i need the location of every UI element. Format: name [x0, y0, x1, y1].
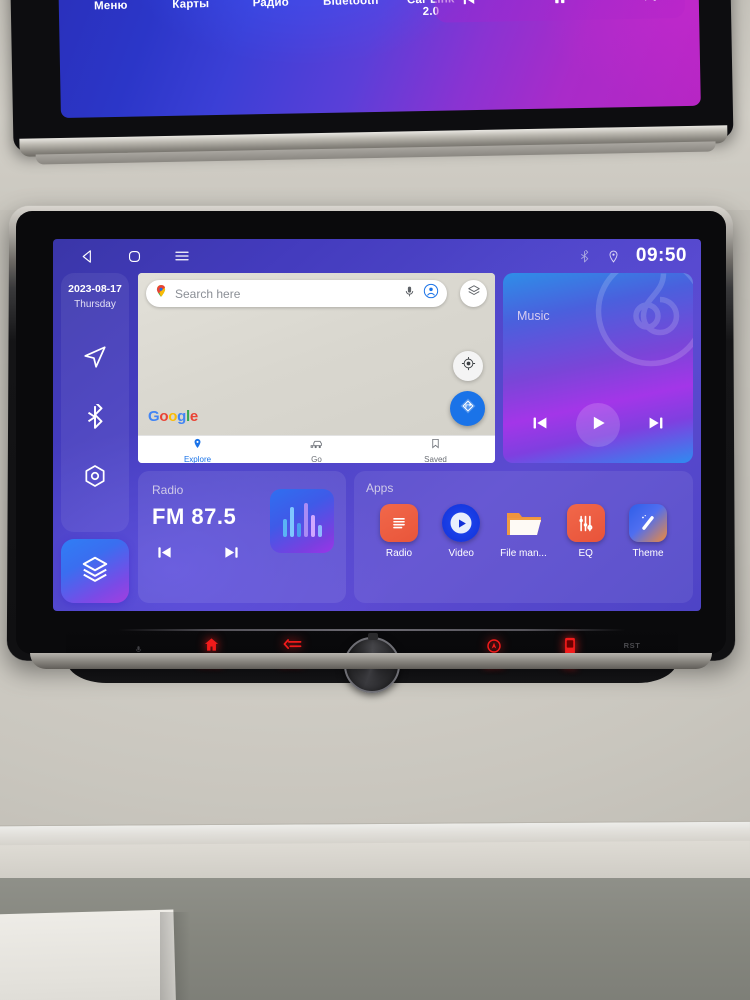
- knob-notch: [368, 633, 378, 640]
- top-head-unit: Меню Карты Радио Bluetooth Car 2.0: [9, 0, 734, 217]
- dock-app-radio[interactable]: Радио: [240, 0, 302, 22]
- main-head-unit: 09:50 2023-08-17 Thursday Search here Go…: [6, 205, 736, 693]
- account-circle-icon[interactable]: [423, 283, 439, 304]
- music-widget[interactable]: Music: [503, 273, 693, 463]
- my-location-icon: [461, 356, 476, 376]
- tab-label: Go: [311, 454, 322, 464]
- tab-explore[interactable]: Explore: [138, 436, 257, 463]
- google-maps-pin-icon: [154, 284, 168, 303]
- app-label: EQ: [578, 548, 593, 559]
- equalizer-bars-icon: [270, 489, 334, 553]
- app-video[interactable]: Video: [432, 504, 490, 559]
- app-file-manager[interactable]: File man...: [495, 504, 553, 559]
- main-unit-bottom-chrome: [30, 653, 712, 669]
- folder-icon: [505, 504, 543, 542]
- skip-previous-icon[interactable]: [529, 412, 551, 439]
- play-icon: [588, 413, 608, 438]
- skip-next-icon[interactable]: [221, 542, 242, 568]
- skip-next-icon[interactable]: [641, 0, 661, 11]
- video-play-icon: [442, 504, 481, 542]
- widget-area: Search here Google Explore Go Saved Musi…: [138, 273, 693, 603]
- app-radio[interactable]: Radio: [370, 504, 428, 559]
- dock-app-label: Радио: [252, 0, 290, 10]
- dock-app-bluetooth[interactable]: Bluetooth: [319, 0, 381, 20]
- navigation-arrow-icon[interactable]: [82, 344, 108, 375]
- sidebar-item-layers[interactable]: [61, 539, 129, 603]
- music-widget-title: Music: [517, 309, 550, 323]
- app-label: Video: [448, 548, 474, 559]
- map-layers-button[interactable]: [460, 280, 487, 307]
- location-pin-icon[interactable]: [607, 250, 620, 263]
- app-theme[interactable]: Theme: [619, 504, 677, 559]
- clock-time: 09:50: [635, 245, 687, 266]
- google-maps-widget[interactable]: Search here Google Explore Go Saved: [138, 273, 495, 463]
- dock-app-menu[interactable]: Меню: [80, 0, 142, 25]
- settings-hexagon-icon[interactable]: [82, 463, 108, 494]
- magic-wand-icon: [629, 504, 667, 542]
- left-sidebar: 2023-08-17 Thursday: [61, 273, 129, 603]
- pause-icon[interactable]: [550, 0, 570, 13]
- sidebar-date: 2023-08-17: [68, 283, 122, 295]
- panel-shadow: [160, 912, 190, 1000]
- radio-lines-icon: [380, 504, 418, 542]
- search-input[interactable]: Search here: [146, 280, 447, 307]
- status-bar: 09:50: [53, 239, 701, 273]
- navigate-arrow-icon: [459, 397, 477, 420]
- tab-go[interactable]: Go: [257, 436, 376, 463]
- app-label: Radio: [385, 548, 413, 559]
- dock-app-label: Меню: [93, 0, 128, 13]
- bluetooth-icon[interactable]: [82, 400, 108, 435]
- play-button[interactable]: [575, 403, 620, 447]
- app-label: Theme: [632, 548, 664, 559]
- skip-previous-icon[interactable]: [459, 0, 479, 14]
- bookmark-icon: [430, 436, 441, 454]
- car-icon: [310, 436, 323, 454]
- tab-label: Explore: [183, 454, 212, 464]
- google-logo: Google: [148, 408, 198, 425]
- sidebar-weekday: Thursday: [74, 299, 116, 310]
- sidebar-panel: 2023-08-17 Thursday: [61, 273, 129, 532]
- music-note-icon: [591, 273, 693, 376]
- my-location-button[interactable]: [453, 351, 483, 381]
- radio-widget[interactable]: Radio FM 87.5: [138, 471, 346, 603]
- app-eq[interactable]: EQ: [557, 504, 615, 559]
- main-unit-screen[interactable]: 09:50 2023-08-17 Thursday Search here Go…: [53, 239, 701, 611]
- apps-widget[interactable]: Apps Radio Video File man... EQ Theme: [354, 471, 693, 603]
- dock-app-label: Bluetooth: [322, 0, 379, 8]
- home-square-icon[interactable]: [126, 248, 143, 265]
- equalizer-sliders-icon: [566, 504, 605, 542]
- bluetooth-icon[interactable]: [578, 249, 591, 263]
- hw-button-label: RST: [623, 641, 641, 650]
- white-floor-panel: [0, 909, 177, 1000]
- app-label: File man...: [500, 548, 547, 559]
- search-placeholder: Search here: [175, 286, 241, 301]
- hamburger-menu-icon[interactable]: [173, 247, 191, 265]
- tab-label: Saved: [424, 454, 447, 464]
- pin-icon: [192, 436, 203, 454]
- apps-widget-title: Apps: [366, 481, 394, 495]
- maps-bottom-tabs: Explore Go Saved: [138, 435, 495, 463]
- top-unit-screen[interactable]: Меню Карты Радио Bluetooth Car 2.0: [57, 0, 701, 118]
- layers-stack-icon: [80, 554, 110, 589]
- skip-next-icon[interactable]: [645, 412, 667, 439]
- navigate-button[interactable]: [450, 391, 485, 426]
- dock-app-label: Карты: [172, 0, 210, 11]
- microphone-icon[interactable]: [403, 285, 416, 303]
- tab-saved[interactable]: Saved: [376, 436, 495, 463]
- dock-app-maps[interactable]: Карты: [160, 0, 222, 23]
- map-layers-icon: [467, 284, 481, 303]
- skip-previous-icon[interactable]: [154, 542, 175, 568]
- back-triangle-icon[interactable]: [79, 248, 96, 265]
- decor-line: [118, 629, 626, 631]
